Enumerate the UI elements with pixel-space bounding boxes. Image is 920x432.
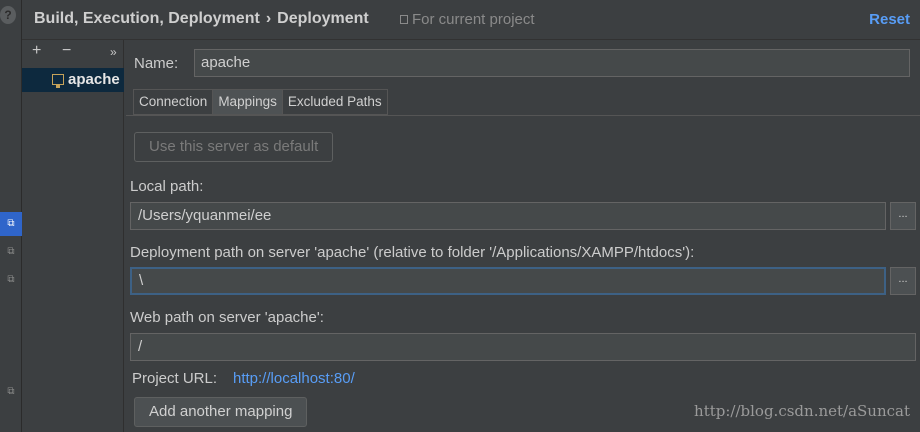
more-actions-button[interactable]: » (110, 45, 117, 59)
tab-connection[interactable]: Connection (133, 89, 214, 115)
left-tool-strip: ? ⧉ ⧉ ⧉ ⧉ (0, 0, 22, 432)
tab-excluded-paths[interactable]: Excluded Paths (281, 89, 388, 115)
server-config-panel: Name: apache Connection Mappings Exclude… (124, 40, 920, 432)
remove-server-button[interactable]: − (62, 42, 71, 60)
local-path-label: Local path: (130, 178, 204, 195)
copy-icon[interactable]: ⧉ (0, 212, 22, 236)
browse-local-path-button[interactable]: ... (890, 202, 916, 230)
breadcrumb-current: Deployment (277, 10, 369, 27)
local-path-field[interactable]: /Users/yquanmei/ee (130, 202, 886, 230)
server-list-toolbar: + − » (22, 40, 123, 66)
name-field[interactable]: apache (194, 49, 910, 77)
deployment-path-label: Deployment path on server 'apache' (rela… (130, 244, 695, 261)
reset-link[interactable]: Reset (869, 11, 910, 28)
name-label: Name: (134, 55, 179, 72)
project-url-link[interactable]: http://localhost:80/ (233, 370, 355, 387)
add-mapping-button[interactable]: Add another mapping (134, 397, 308, 427)
web-path-label: Web path on server 'apache': (130, 309, 324, 326)
web-path-field[interactable]: / (130, 333, 916, 361)
tab-mappings[interactable]: Mappings (212, 89, 283, 115)
scope-indicator: For current project (400, 11, 535, 28)
server-icon (52, 74, 64, 88)
deployment-settings-window: ? ⧉ ⧉ ⧉ ⧉ Build, Execution, Deployment › D… (0, 0, 920, 432)
use-as-default-button[interactable]: Use this server as default (134, 132, 334, 162)
breadcrumb-separator: › (265, 10, 272, 27)
config-tabs: Connection Mappings Excluded Paths (133, 89, 388, 115)
breadcrumb: Build, Execution, Deployment › Deployment (34, 10, 369, 28)
project-url-label: Project URL: (132, 370, 218, 387)
copy-icon[interactable]: ⧉ (0, 380, 22, 404)
server-name: apache (68, 71, 120, 88)
mappings-tab-content: Use this server as default Local path: /… (126, 115, 920, 432)
server-list-panel: + − » apache (22, 40, 124, 432)
add-server-button[interactable]: + (32, 42, 41, 60)
copy-icon[interactable]: ⧉ (0, 240, 22, 264)
copy-icon[interactable]: ⧉ (0, 268, 22, 292)
server-list-item[interactable]: apache (22, 68, 124, 92)
breadcrumb-parent[interactable]: Build, Execution, Deployment (34, 10, 260, 27)
deployment-path-field[interactable]: \ (130, 267, 886, 295)
scope-label: For current project (412, 11, 535, 28)
settings-header: Build, Execution, Deployment › Deployment … (22, 0, 920, 40)
project-scope-icon (400, 15, 408, 24)
help-icon[interactable]: ? (0, 6, 16, 24)
watermark-text: http://blog.csdn.net/aSuncat (694, 402, 910, 420)
browse-deployment-path-button[interactable]: ... (890, 267, 916, 295)
